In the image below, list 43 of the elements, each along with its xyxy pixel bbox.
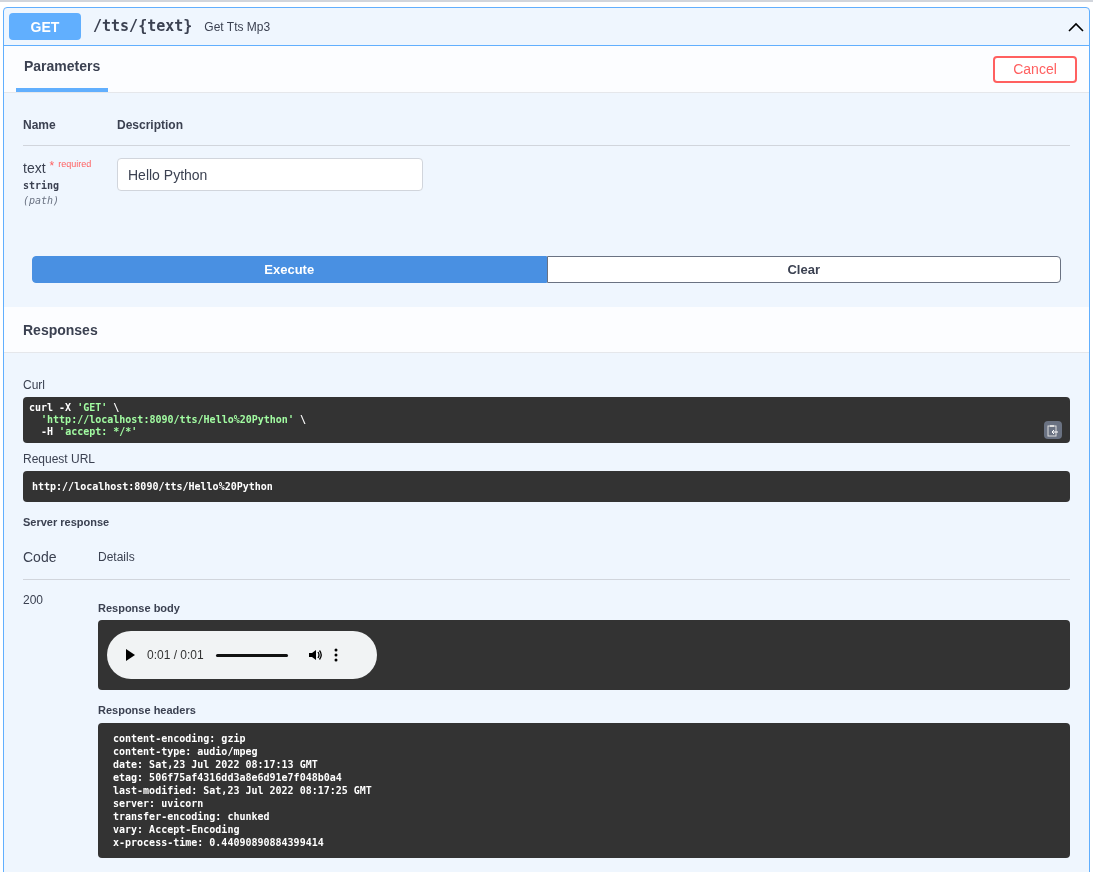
curl-label: Curl bbox=[23, 377, 46, 393]
header-line: etag: 506f75af4316dd3a8e6d91e7f048b0a4 bbox=[113, 770, 343, 784]
server-response-label: Server response bbox=[23, 515, 111, 530]
header-line: transfer-encoding: chunked bbox=[113, 809, 271, 823]
audio-time: 0:01 / 0:01 bbox=[147, 647, 204, 663]
parameters-tab[interactable]: Parameters bbox=[16, 56, 109, 92]
seek-bar[interactable] bbox=[215, 653, 288, 657]
copy-to-clipboard-icon[interactable] bbox=[1044, 421, 1062, 439]
header-line: content-type: audio/mpeg bbox=[113, 744, 259, 758]
response-headers-label: Response headers bbox=[98, 703, 197, 718]
parameter-type: string bbox=[23, 179, 61, 193]
response-code: 200 bbox=[23, 591, 45, 609]
response-body-label: Response body bbox=[98, 600, 181, 616]
text-input-field[interactable]: Hello Python bbox=[117, 158, 423, 191]
volume-icon[interactable] bbox=[307, 648, 322, 662]
more-options-icon[interactable] bbox=[333, 648, 338, 662]
parameter-location: (path) bbox=[23, 194, 61, 208]
endpoint-summary: Get Tts Mp3 bbox=[204, 18, 272, 35]
code-line: -H 'accept: */*' bbox=[40, 426, 138, 438]
header-line: content-encoding: gzip bbox=[113, 731, 247, 745]
parameter-name: text bbox=[23, 159, 46, 178]
header-line: server: uvicorn bbox=[113, 796, 205, 810]
required-asterisk: * bbox=[49, 158, 55, 174]
column-header: Description bbox=[117, 117, 183, 133]
responses-heading: Responses bbox=[23, 320, 98, 340]
request-url: http://localhost:8090/tts/Hello%20Python bbox=[32, 480, 273, 494]
header-line: vary: Accept-Encoding bbox=[113, 822, 241, 836]
details-column-header: Details bbox=[98, 548, 135, 565]
header-line: x-process-time: 0.44090890884399414 bbox=[113, 835, 325, 849]
required-label: required bbox=[58, 158, 92, 171]
collapse-chevron-icon[interactable] bbox=[1068, 21, 1084, 32]
code-line: 'http://localhost:8090/tts/Hello%20Python' \ bbox=[40, 414, 306, 426]
request-url-label: Request URL bbox=[23, 451, 97, 467]
method-badge: GET bbox=[9, 13, 81, 40]
endpoint-path: /tts/{text} bbox=[93, 16, 193, 38]
code-column-header: Code bbox=[23, 547, 58, 567]
audio-player[interactable]: 0:01 / 0:01 bbox=[107, 631, 377, 679]
clear-button[interactable]: Clear bbox=[546, 256, 1061, 283]
header-line: date: Sat,23 Jul 2022 08:17:13 GMT bbox=[113, 757, 319, 771]
code-line: curl -X 'GET' \ bbox=[29, 402, 120, 414]
header-line: last-modified: Sat,23 Jul 2022 08:17:25 GMT bbox=[113, 783, 373, 797]
column-header: Name bbox=[23, 117, 57, 133]
play-icon[interactable] bbox=[125, 649, 135, 661]
